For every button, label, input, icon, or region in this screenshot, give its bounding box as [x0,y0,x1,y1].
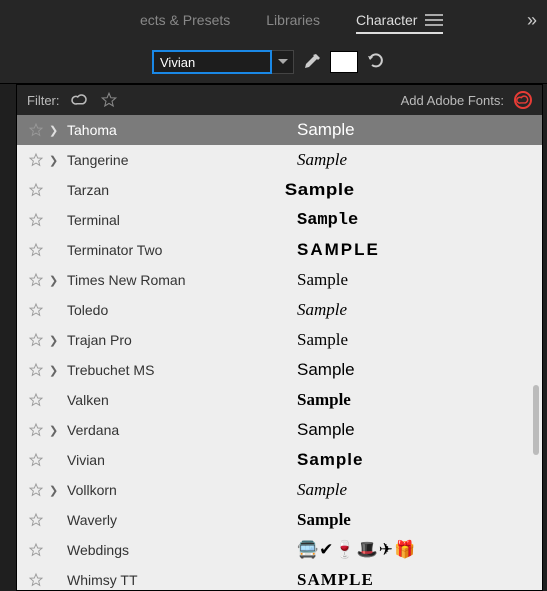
font-name-label: Terminator Two [67,242,297,258]
font-name-label: Tahoma [67,122,297,138]
favorite-star-icon[interactable] [23,511,49,529]
font-row[interactable]: ❯TahomaSample [17,115,542,145]
font-name-label: Vivian [67,452,297,468]
font-sample-preview: Sample [297,120,542,140]
font-row[interactable]: ❯Times New RomanSample [17,265,542,295]
tab-effects-presets[interactable]: ects & Presets [140,0,230,40]
font-sample-preview: Sample [297,330,542,350]
font-name-label: Vollkorn [67,482,297,498]
font-name-label: Waverly [67,512,297,528]
font-row[interactable]: ❯TangerineSample [17,145,542,175]
font-sample-preview: Sample [297,420,542,440]
favorite-star-icon[interactable] [23,331,49,349]
font-name-label: Toledo [67,302,297,318]
font-row[interactable]: ❯Trajan ProSample [17,325,542,355]
fill-color-swatch[interactable] [330,51,358,73]
font-name-label: Webdings [67,542,297,558]
font-row[interactable]: ❯VerdanaSample [17,415,542,445]
font-sample-preview: Sample [297,450,542,470]
favorite-star-icon[interactable] [23,451,49,469]
expand-chevron-icon[interactable]: ❯ [49,484,67,497]
font-row[interactable]: VivianSample [17,445,542,475]
favorite-star-icon[interactable] [23,421,49,439]
font-filter-bar: Filter: Add Adobe Fonts: [17,85,542,115]
eyedropper-icon[interactable] [302,52,322,72]
font-row[interactable]: WaverlySample [17,505,542,535]
reset-swap-icon[interactable] [366,51,388,73]
panel-tabs: ects & Presets Libraries Character [0,0,547,40]
favorite-star-icon[interactable] [23,361,49,379]
favorite-star-icon[interactable] [23,541,49,559]
font-sample-preview: Sample [297,270,542,290]
font-sample-preview: Sample [297,211,542,230]
font-family-combo [152,50,294,74]
font-name-label: Tangerine [67,152,297,168]
font-name-label: Times New Roman [67,272,297,288]
font-name-label: Trebuchet MS [67,362,297,378]
font-row[interactable]: ❯Trebuchet MSSample [17,355,542,385]
font-sample-preview: Sample [297,150,542,170]
font-controls-row [152,50,388,74]
creative-cloud-filter-icon[interactable] [70,90,90,110]
favorite-star-icon[interactable] [23,181,49,199]
font-sample-preview: 🚍✔🍷🎩✈🎁 [297,540,542,560]
favorite-star-icon[interactable] [23,241,49,259]
favorite-star-icon[interactable] [23,571,49,589]
expand-chevron-icon[interactable]: ❯ [49,124,67,137]
font-sample-preview: Sample [285,180,542,200]
font-row[interactable]: Webdings🚍✔🍷🎩✈🎁 [17,535,542,565]
tab-character[interactable]: Character [356,0,443,40]
font-name-label: Valken [67,392,297,408]
font-row[interactable]: TerminalSample [17,205,542,235]
font-name-label: Verdana [67,422,297,438]
font-sample-preview: Sample [297,390,542,410]
font-row[interactable]: TarzanSample [17,175,542,205]
font-name-label: Tarzan [67,182,297,198]
font-family-input[interactable] [152,50,272,74]
tab-character-label: Character [356,12,417,28]
favorite-star-icon[interactable] [23,481,49,499]
font-row[interactable]: Whimsy TTSAMPLE [17,565,542,590]
favorites-filter-icon[interactable] [100,91,118,109]
expand-chevron-icon[interactable]: ❯ [49,154,67,167]
font-name-label: Terminal [67,212,297,228]
expand-chevron-icon[interactable]: ❯ [49,334,67,347]
expand-chevron-icon[interactable]: ❯ [49,424,67,437]
font-sample-preview: Sample [297,360,542,380]
font-name-label: Trajan Pro [67,332,297,348]
tab-libraries[interactable]: Libraries [266,0,320,40]
font-sample-preview: Sample [297,300,542,320]
character-panel-header: ects & Presets Libraries Character » [0,0,547,84]
scrollbar-thumb[interactable] [533,385,539,455]
chevron-down-icon [278,59,288,65]
favorite-star-icon[interactable] [23,301,49,319]
font-list: ❯TahomaSample❯TangerineSampleTarzanSampl… [17,115,542,590]
filter-label: Filter: [27,93,60,108]
font-sample-preview: SAMPLE [297,570,542,590]
font-row[interactable]: ❯VollkornSample [17,475,542,505]
font-row[interactable]: ToledoSample [17,295,542,325]
panel-menu-icon[interactable] [425,14,443,26]
expand-chevron-icon[interactable]: ❯ [49,274,67,287]
favorite-star-icon[interactable] [23,391,49,409]
font-row[interactable]: ValkenSample [17,385,542,415]
add-adobe-fonts-icon[interactable] [514,91,532,109]
favorite-star-icon[interactable] [23,151,49,169]
font-sample-preview: SAMPLE [297,240,542,260]
expand-chevron-icon[interactable]: ❯ [49,364,67,377]
font-dropdown-panel: Filter: Add Adobe Fonts: ❯TahomaSample❯T… [16,84,543,591]
add-fonts-label: Add Adobe Fonts: [401,93,504,108]
favorite-star-icon[interactable] [23,121,49,139]
font-sample-preview: Sample [297,480,542,500]
font-row[interactable]: Terminator TwoSAMPLE [17,235,542,265]
overflow-chevron-icon[interactable]: » [527,10,537,31]
favorite-star-icon[interactable] [23,271,49,289]
font-sample-preview: Sample [297,510,542,530]
font-dropdown-button[interactable] [272,50,294,74]
favorite-star-icon[interactable] [23,211,49,229]
font-name-label: Whimsy TT [67,572,297,588]
